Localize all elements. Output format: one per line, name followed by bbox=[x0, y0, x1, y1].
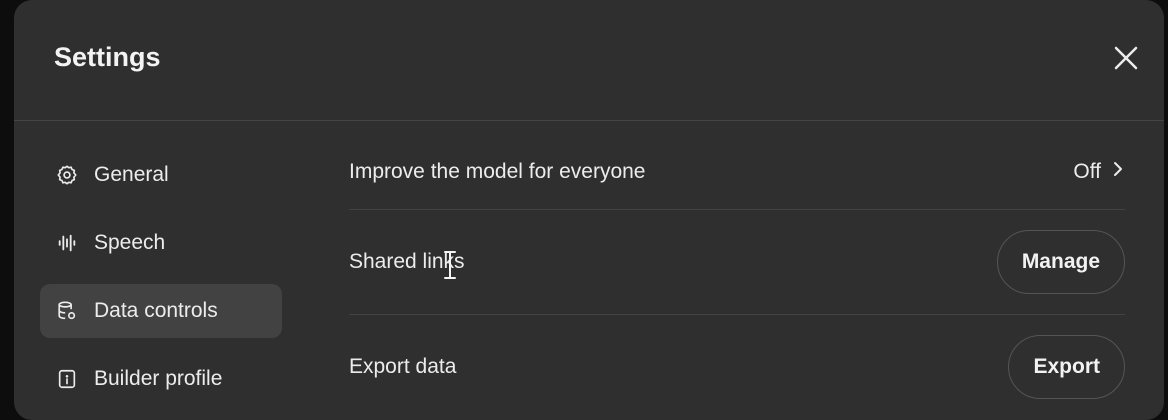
text-cursor-icon bbox=[440, 249, 460, 281]
manage-button[interactable]: Manage bbox=[996, 230, 1125, 294]
improve-model-row: Improve the model for everyone Off bbox=[349, 135, 1125, 210]
sidebar-item-label: General bbox=[94, 163, 169, 186]
sidebar-item-data-controls[interactable]: Data controls bbox=[40, 284, 282, 338]
export-data-row: Export data Export bbox=[349, 315, 1125, 419]
shared-links-row: Shared links Manage bbox=[349, 210, 1125, 315]
dialog-title: Settings bbox=[54, 42, 161, 72]
waveform-icon bbox=[56, 232, 78, 254]
data-controls-panel: Improve the model for everyone Off Share… bbox=[349, 135, 1125, 419]
export-button[interactable]: Export bbox=[1008, 335, 1125, 399]
gear-icon bbox=[56, 164, 78, 186]
settings-dialog: Settings General Speech Data controls Bu… bbox=[14, 0, 1164, 420]
database-icon bbox=[56, 300, 78, 322]
improve-model-toggle[interactable]: Off bbox=[1073, 159, 1125, 185]
improve-model-label: Improve the model for everyone bbox=[349, 160, 646, 183]
profile-card-icon bbox=[56, 368, 78, 390]
sidebar-item-builder-profile[interactable]: Builder profile bbox=[40, 352, 282, 406]
chevron-right-icon bbox=[1111, 159, 1125, 185]
close-button[interactable] bbox=[1110, 42, 1142, 74]
sidebar-item-general[interactable]: General bbox=[40, 148, 282, 202]
sidebar-item-speech[interactable]: Speech bbox=[40, 216, 282, 270]
close-icon bbox=[1114, 46, 1138, 70]
sidebar-item-label: Data controls bbox=[94, 299, 218, 322]
sidebar-item-label: Speech bbox=[94, 231, 166, 254]
settings-sidebar: General Speech Data controls Builder pro… bbox=[40, 148, 282, 420]
sidebar-item-label: Builder profile bbox=[94, 367, 223, 390]
export-data-label: Export data bbox=[349, 355, 457, 378]
dialog-header: Settings bbox=[14, 0, 1164, 121]
improve-model-value: Off bbox=[1073, 160, 1101, 183]
